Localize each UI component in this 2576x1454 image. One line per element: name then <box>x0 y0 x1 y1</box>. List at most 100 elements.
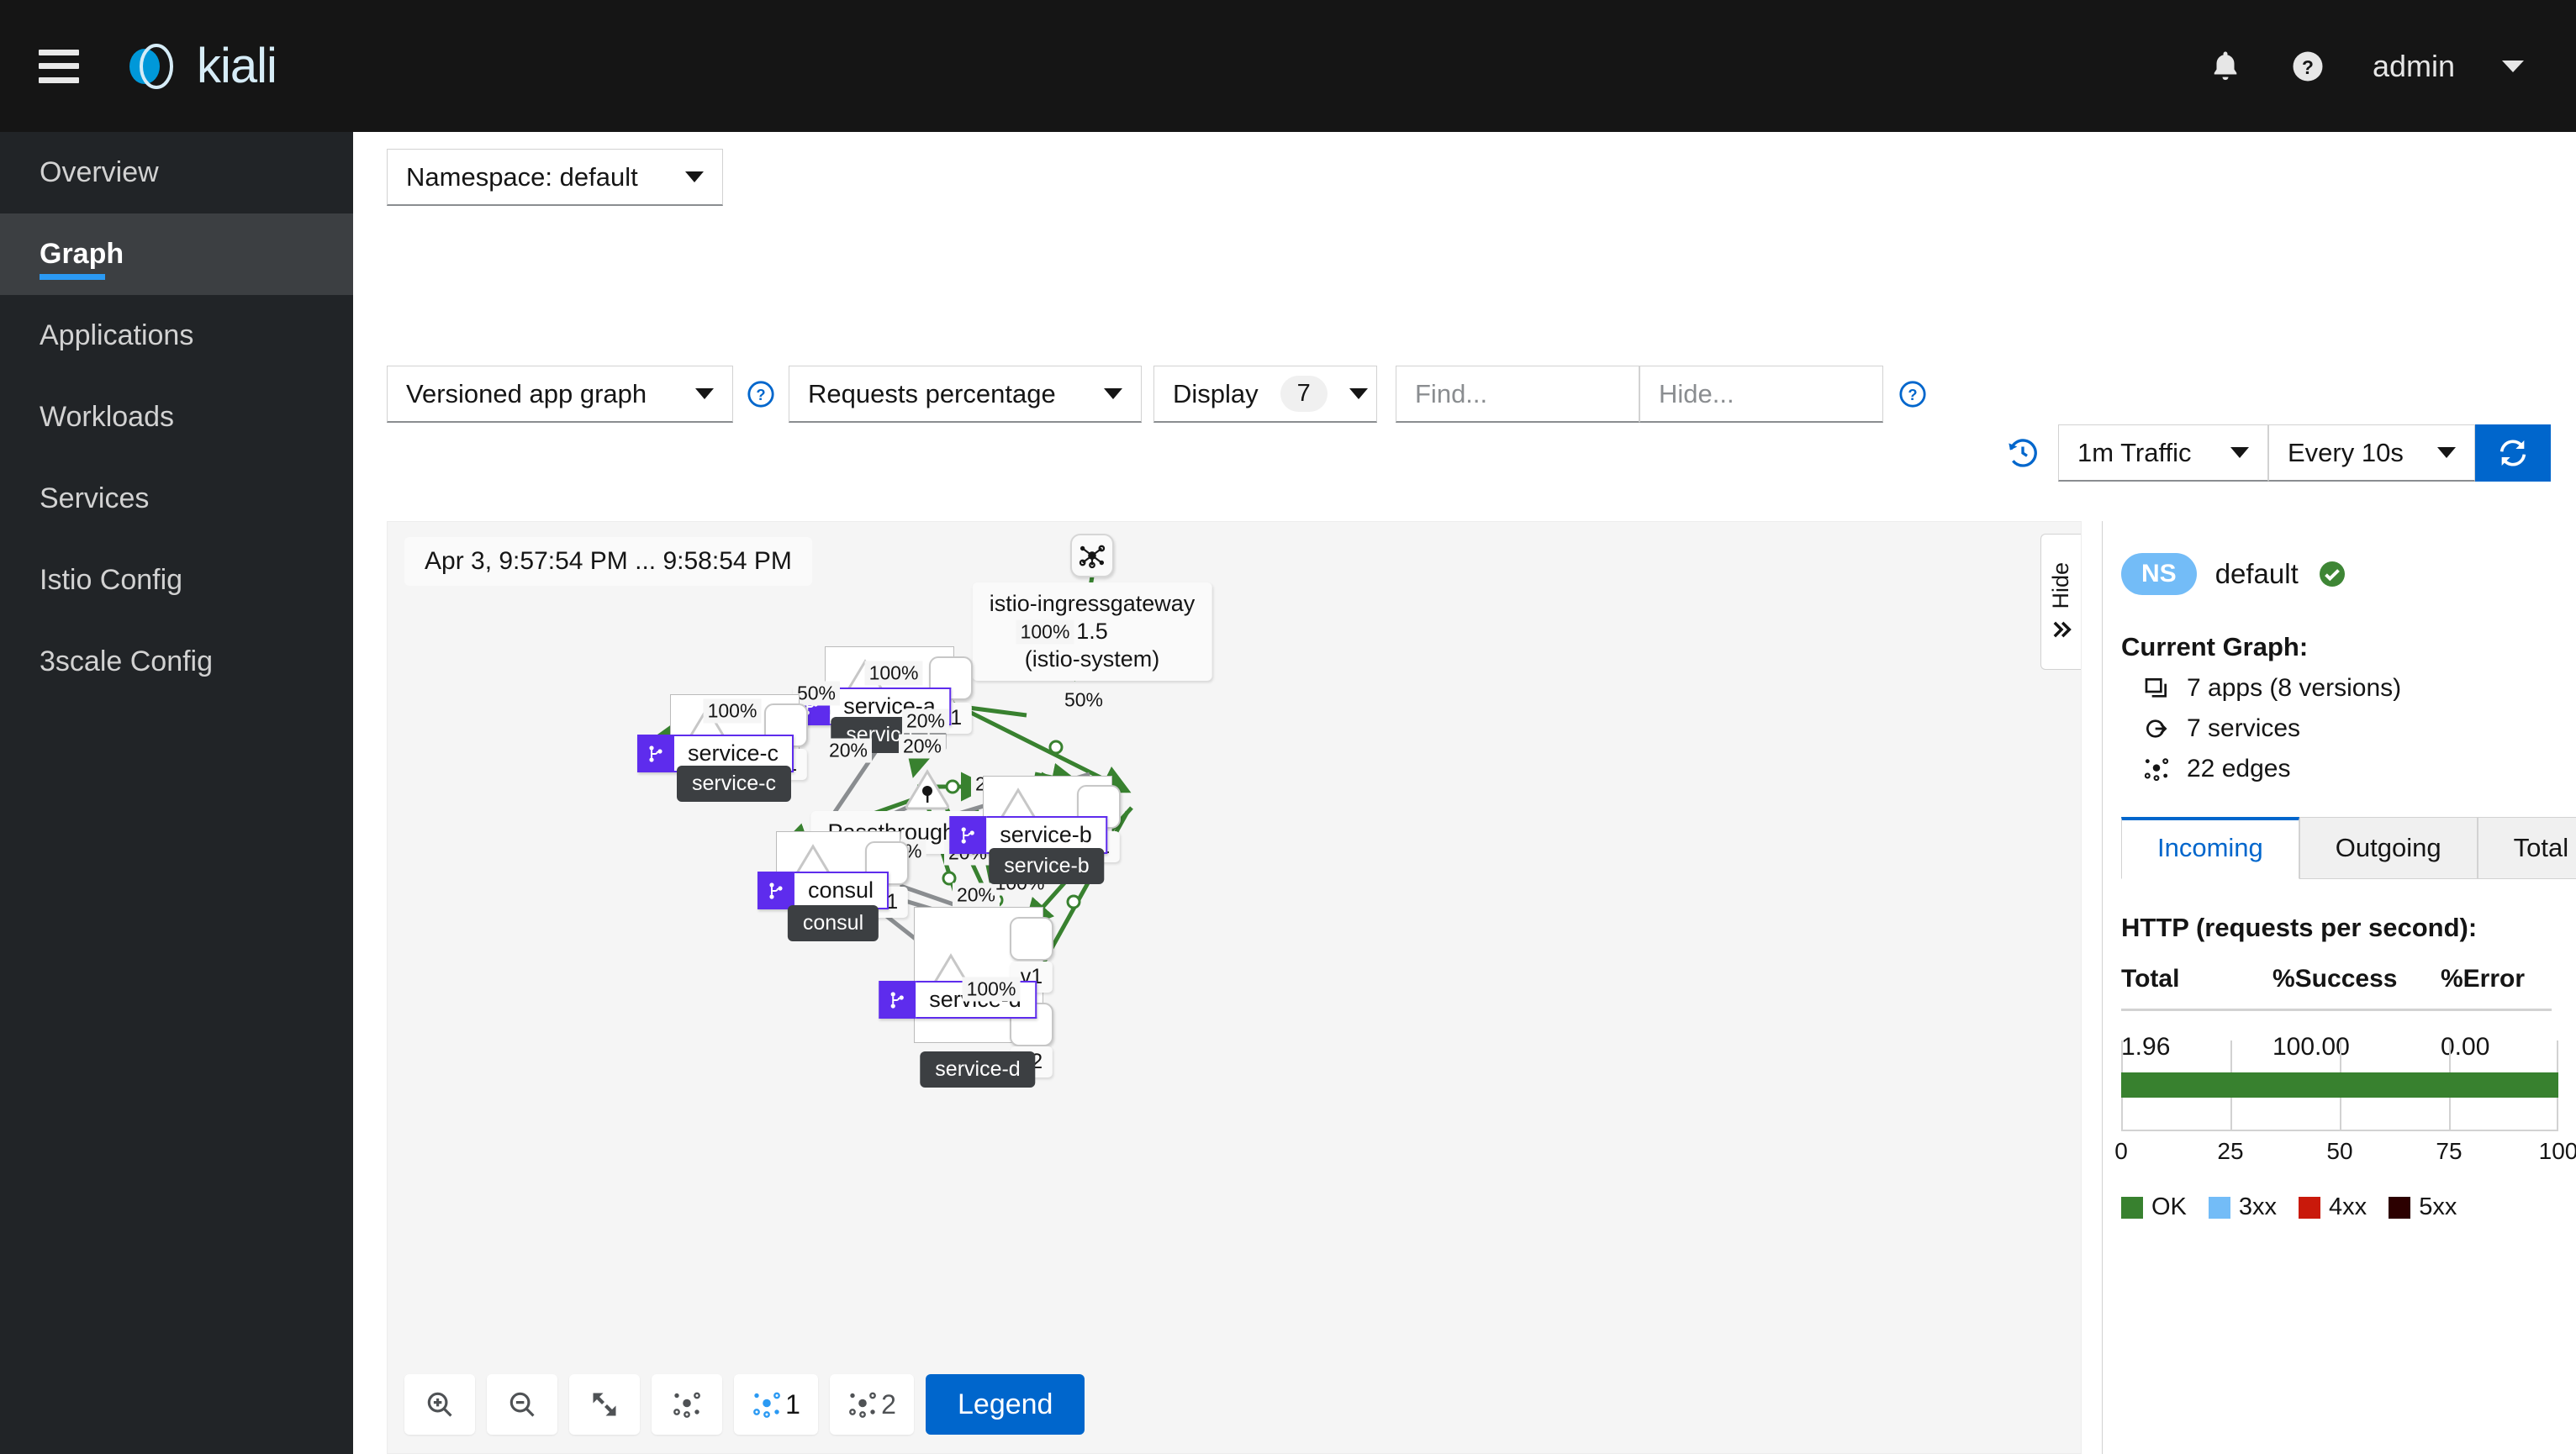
chart-legend: OK 3xx 4xx 5xx <box>2121 1193 2558 1221</box>
app-node-service-d-v1[interactable] <box>1010 917 1053 961</box>
tab-total[interactable]: Total <box>2477 817 2576 879</box>
sidebar-item-overview[interactable]: Overview <box>0 132 353 213</box>
sidebar-item-applications[interactable]: Applications <box>0 295 353 377</box>
fit-to-screen-button[interactable] <box>569 1374 640 1435</box>
sidebar: Overview Graph Applications Workloads Se… <box>0 132 353 1454</box>
kiali-logo-icon <box>129 43 173 89</box>
legend-swatch <box>2299 1196 2321 1219</box>
chevron-down-icon[interactable] <box>2502 60 2524 72</box>
refresh-interval-selector[interactable]: Every 10s <box>2268 424 2475 482</box>
duration-selector[interactable]: 1m Traffic <box>2058 424 2268 482</box>
graph-type-selector[interactable]: Versioned app graph <box>387 366 733 423</box>
edges-icon <box>1079 545 1106 569</box>
edge-label: 50% <box>1059 687 1108 713</box>
graph-type-label: Versioned app graph <box>406 378 647 408</box>
hide-input[interactable]: Hide... <box>1639 366 1883 423</box>
x-tick: 50 <box>2326 1138 2353 1164</box>
svg-text:?: ? <box>756 386 765 403</box>
zoom-in-button[interactable] <box>404 1374 475 1435</box>
fit-to-screen-icon <box>593 1393 616 1416</box>
x-tick: 25 <box>2217 1138 2244 1164</box>
find-hide-help-icon[interactable]: ? <box>1898 380 1927 408</box>
find-input[interactable]: Find... <box>1396 366 1639 423</box>
graph-type-help-icon[interactable]: ? <box>747 380 775 408</box>
sidebar-item-workloads[interactable]: Workloads <box>0 377 353 458</box>
graph-toolbar: 1 2 Legend <box>404 1374 1085 1435</box>
edge-labels-selector[interactable]: Requests percentage <box>789 366 1142 423</box>
namespace-summary-row: NS default <box>2121 553 2576 595</box>
bell-icon[interactable] <box>2208 49 2243 84</box>
legend-swatch <box>2121 1196 2143 1219</box>
legend-item-4xx[interactable]: 4xx <box>2299 1193 2367 1221</box>
toolbar-row-namespace: Namespace: default <box>387 149 723 206</box>
zoom-out-button[interactable] <box>487 1374 557 1435</box>
zoom-in-icon <box>427 1392 452 1417</box>
hamburger-icon[interactable] <box>39 49 79 83</box>
main-content: Namespace: default Versioned app graph ?… <box>353 132 2576 1454</box>
node-namespace: (istio-system) <box>1024 645 1160 672</box>
x-tick: 75 <box>2436 1138 2463 1164</box>
legend-label: 4xx <box>2329 1193 2367 1220</box>
legend-item-5xx[interactable]: 5xx <box>2389 1193 2457 1221</box>
sidebar-item-services[interactable]: Services <box>0 458 353 540</box>
edge-label: 20% <box>898 734 947 759</box>
layout-2-button[interactable]: 2 <box>830 1374 914 1435</box>
traffic-direction-tabs: Incoming Outgoing Total <box>2121 817 2576 879</box>
sidebar-item-label: 3scale Config <box>40 645 214 677</box>
stacked-bar <box>2121 1072 2558 1098</box>
brand-name: kiali <box>197 39 277 93</box>
username-label[interactable]: admin <box>2373 49 2455 84</box>
group-label-consul: consul <box>787 905 879 941</box>
stat-apps-text: 7 apps (8 versions) <box>2187 674 2402 702</box>
stat-services: 7 services <box>2143 714 2576 743</box>
legend-item-ok[interactable]: OK <box>2121 1193 2187 1221</box>
tab-incoming[interactable]: Incoming <box>2121 817 2299 879</box>
layout-default-button[interactable] <box>652 1374 722 1435</box>
tab-outgoing[interactable]: Outgoing <box>2299 817 2478 879</box>
layout-1-button[interactable]: 1 <box>734 1374 818 1435</box>
sidebar-item-istio-config[interactable]: Istio Config <box>0 540 353 621</box>
legend-item-3xx[interactable]: 3xx <box>2208 1193 2277 1221</box>
toolbar-row-refresh: 1m Traffic Every 10s <box>2006 424 2551 482</box>
masthead: kiali ? admin <box>0 0 2576 132</box>
legend-swatch <box>2208 1196 2230 1219</box>
duration-label: 1m Traffic <box>2077 437 2192 467</box>
istio-ingressgateway-node[interactable] <box>1070 534 1114 577</box>
istio-ingressgateway-label: istio-ingressgateway 1.5 (istio-system) <box>972 582 1212 681</box>
edge-label: 20% <box>901 709 950 734</box>
vs-badge-consul[interactable]: consul <box>757 872 889 909</box>
graph-canvas[interactable]: Apr 3, 9:57:54 PM ... 9:58:54 PM Hide is… <box>387 521 2082 1454</box>
chart-x-ticks: 0 25 50 75 100 <box>2114 1138 2576 1175</box>
brand-logo-group[interactable]: kiali <box>121 36 277 97</box>
col-success: %Success <box>2272 965 2441 1011</box>
display-selector[interactable]: Display 7 <box>1153 366 1377 423</box>
hide-side-panel-toggle[interactable]: Hide <box>2040 534 2081 670</box>
history-icon[interactable] <box>2006 436 2040 470</box>
group-label-service-d: service-d <box>920 1051 1036 1088</box>
stat-apps: 7 apps (8 versions) <box>2143 674 2576 703</box>
chevron-down-icon <box>2437 447 2456 458</box>
stat-services-text: 7 services <box>2187 714 2301 742</box>
chevron-down-icon <box>695 388 714 399</box>
edge-label: 100% <box>703 698 762 724</box>
passthrough-cluster-node[interactable] <box>904 768 951 810</box>
namespace-selector[interactable]: Namespace: default <box>387 149 723 206</box>
chevron-down-icon <box>2230 447 2249 458</box>
svg-text:?: ? <box>2302 55 2314 77</box>
graph-layout-icon <box>673 1392 700 1418</box>
help-circle-icon[interactable]: ? <box>2290 49 2325 84</box>
group-label-service-b: service-b <box>989 848 1105 884</box>
sidebar-item-3scale-config[interactable]: 3scale Config <box>0 621 353 703</box>
current-graph-title: Current Graph: <box>2121 632 2309 661</box>
edge-label: 100% <box>864 661 923 686</box>
legend-button[interactable]: Legend <box>926 1374 1085 1435</box>
stat-edges-text: 22 edges <box>2187 755 2291 782</box>
legend-label: 5xx <box>2419 1193 2457 1220</box>
sidebar-item-graph[interactable]: Graph <box>0 213 353 295</box>
refresh-interval-label: Every 10s <box>2288 437 2404 467</box>
refresh-button[interactable] <box>2475 424 2551 482</box>
find-input-placeholder: Find... <box>1415 378 1488 408</box>
check-circle-icon <box>2319 561 2345 587</box>
refresh-icon <box>2499 440 2526 466</box>
legend-swatch <box>2389 1196 2411 1219</box>
